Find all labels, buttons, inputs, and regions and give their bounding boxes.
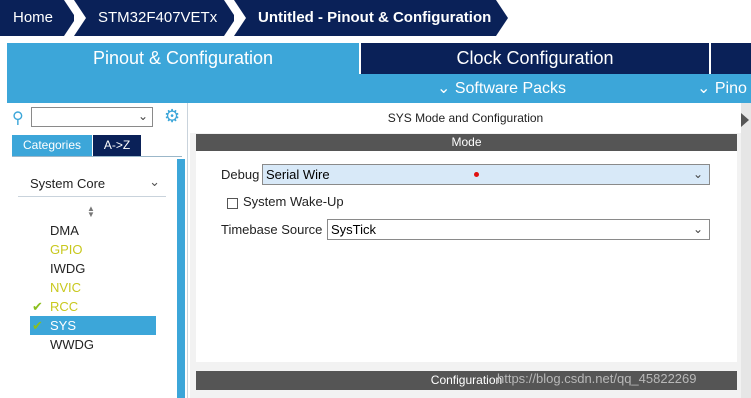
sidebar-item-label: RCC — [50, 299, 79, 314]
scrollbar-thumb[interactable] — [177, 159, 185, 398]
sidebar-item-gpio[interactable]: GPIO — [30, 240, 156, 259]
breadcrumb-current-label: Untitled - Pinout & Configuration — [258, 9, 492, 26]
debug-select-value: Serial Wire — [266, 167, 330, 182]
category-group-header[interactable]: System Core ⌄ — [18, 174, 166, 197]
arrow-right-icon — [741, 113, 749, 127]
debug-select[interactable]: Serial Wire ⌄ — [262, 164, 710, 185]
sidebar-item-label: DMA — [50, 223, 79, 238]
breadcrumb-separator-icon — [496, 0, 508, 36]
sidebar-item-sys[interactable]: ✔ SYS — [30, 316, 156, 335]
sidebar-item-label: SYS — [50, 318, 77, 333]
tab-a-z[interactable]: A->Z — [93, 135, 141, 156]
system-wakeup-checkbox[interactable] — [227, 198, 238, 209]
watermark-text: https://blog.csdn.net/qq_45822269 — [497, 371, 697, 386]
breadcrumb-notch-icon — [234, 0, 246, 36]
tab-overflow[interactable] — [711, 43, 751, 74]
secondary-toolbar: ⌄ Software Packs ⌄ Pino — [7, 74, 751, 103]
divider — [12, 156, 182, 157]
categories-panel: ⚲ ⌄ ⚙ Categories A->Z System Core ⌄ ▲ ▼ D… — [7, 103, 188, 398]
chevron-down-icon: ⌄ — [437, 80, 451, 97]
chevron-down-icon[interactable]: ⌄ — [138, 109, 148, 123]
software-packs-label: Software Packs — [454, 80, 567, 97]
debug-label: Debug — [221, 167, 260, 182]
sidebar-item-label: IWDG — [50, 261, 86, 276]
timebase-source-label: Timebase Source — [221, 222, 323, 237]
sidebar-item-label: NVIC — [50, 280, 82, 295]
tab-categories[interactable]: Categories — [12, 135, 92, 156]
tab-clock-configuration[interactable]: Clock Configuration — [361, 43, 709, 74]
breadcrumb-mcu-label: STM32F407VETx — [98, 9, 218, 26]
pinout-menu[interactable]: ⌄ Pino — [697, 74, 747, 103]
breadcrumb-home[interactable]: Home — [0, 0, 64, 36]
sidebar-item-label: WWDG — [50, 337, 95, 352]
breadcrumb: Home STM32F407VETx Untitled - Pinout & C… — [0, 0, 751, 36]
sidebar-item-nvic[interactable]: NVIC — [30, 278, 156, 297]
sidebar-item-label: GPIO — [50, 242, 83, 257]
panel-title: SYS Mode and Configuration — [190, 103, 741, 133]
sidebar-item-rcc[interactable]: ✔ RCC — [30, 297, 156, 316]
tab-pinout-configuration[interactable]: Pinout & Configuration — [7, 43, 359, 74]
sidebar-item-iwdg[interactable]: IWDG — [30, 259, 156, 278]
sidebar-item-dma[interactable]: DMA — [30, 221, 156, 240]
breadcrumb-mcu[interactable]: STM32F407VETx — [74, 0, 224, 36]
chevron-down-icon: ⌄ — [692, 222, 703, 236]
chevron-down-icon: ⌄ — [692, 167, 703, 181]
timebase-source-value: SysTick — [331, 222, 377, 237]
pinout-menu-label: Pino — [714, 80, 747, 97]
search-input[interactable]: ⌄ — [31, 107, 153, 127]
main-tabs: Pinout & Configuration Clock Configurati… — [0, 43, 751, 74]
checkmark-icon: ✔ — [32, 318, 43, 333]
configuration-panel: SYS Mode and Configuration Mode Debug Se… — [190, 103, 741, 398]
breadcrumb-notch-icon — [74, 0, 86, 36]
mode-section-header[interactable]: Mode — [196, 134, 737, 151]
chevron-down-icon: ⌄ — [149, 174, 160, 189]
category-group-label: System Core — [30, 176, 106, 191]
checkmark-icon: ✔ — [32, 299, 43, 314]
search-icon[interactable]: ⚲ — [12, 108, 24, 128]
timebase-source-select[interactable]: SysTick ⌄ — [327, 219, 710, 240]
sort-icon[interactable]: ▲ ▼ — [87, 205, 95, 219]
mode-section: Debug Serial Wire ⌄ System Wake-Up Timeb… — [196, 151, 737, 362]
panel-collapse-handle[interactable] — [741, 103, 751, 398]
software-packs-menu[interactable]: ⌄ Software Packs — [437, 74, 566, 103]
warning-dot-icon — [474, 172, 479, 177]
gear-icon[interactable]: ⚙ — [164, 106, 180, 127]
chevron-down-icon: ⌄ — [697, 80, 711, 97]
breadcrumb-current[interactable]: Untitled - Pinout & Configuration — [234, 0, 496, 36]
breadcrumb-home-label: Home — [13, 9, 54, 26]
system-wakeup-label: System Wake-Up — [243, 194, 344, 209]
sidebar-item-wwdg[interactable]: WWDG — [30, 335, 156, 354]
